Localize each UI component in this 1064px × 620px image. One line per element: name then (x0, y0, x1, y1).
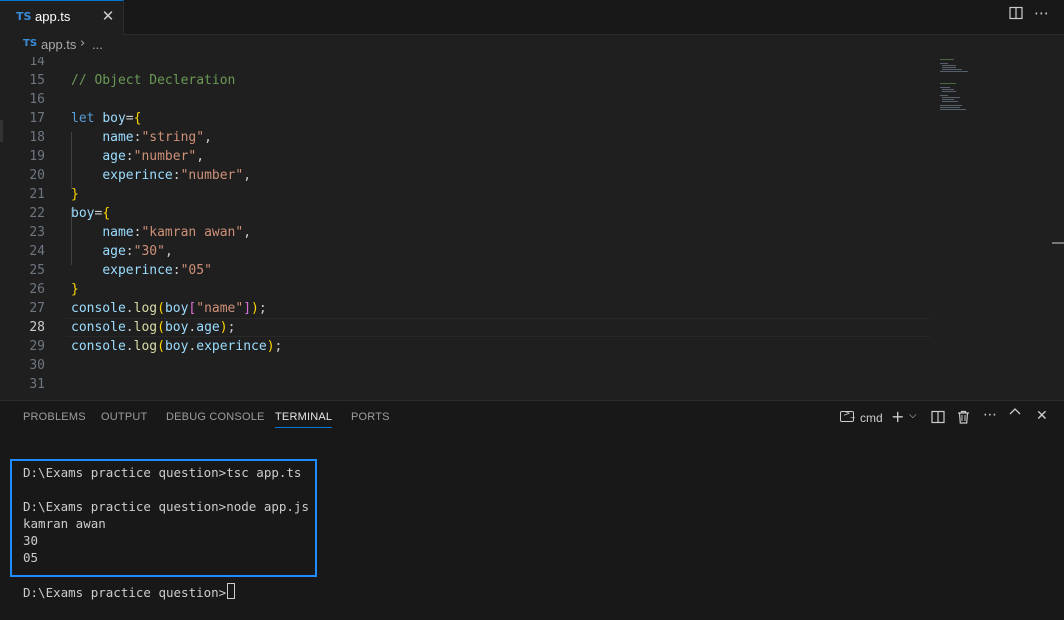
split-editor-icon[interactable] (1009, 6, 1023, 24)
trash-icon[interactable] (957, 410, 970, 428)
line-number: 18 (29, 130, 45, 145)
code-line: name:"kamran awan", (102, 225, 252, 240)
code-line: } (71, 282, 79, 297)
line-number: 15 (29, 73, 45, 88)
tab-debug-console[interactable]: DEBUG CONSOLE (166, 411, 265, 423)
tab-problems[interactable]: PROBLEMS (23, 411, 86, 423)
terminal-line: D:\Exams practice question>tsc app.ts (23, 465, 302, 480)
line-number: 20 (29, 168, 45, 183)
terminal-shell-label[interactable]: cmd (860, 411, 883, 425)
line-number: 31 (29, 377, 45, 392)
code-line: console.log(boy["name"]); (71, 301, 267, 316)
code-line: console.log(boy.age); (71, 320, 236, 335)
terminal-icon[interactable]: >_ (840, 409, 855, 422)
line-number: 29 (29, 339, 45, 354)
line-number: 14 (29, 57, 45, 69)
close-panel-icon[interactable]: ✕ (1036, 408, 1048, 424)
line-number: 27 (29, 301, 45, 316)
line-number-active: 28 (29, 320, 45, 335)
more-actions-icon[interactable]: ⋯ (1034, 4, 1049, 22)
line-number: 21 (29, 187, 45, 202)
code-comment: // Object Decleration (71, 73, 236, 88)
tab-app-ts[interactable]: TS app.ts ✕ (0, 0, 124, 35)
code-line: } (71, 187, 79, 202)
breadcrumb: TS app.ts › ... (0, 35, 1064, 57)
terminal-line: D:\Exams practice question>node app.js (23, 499, 309, 514)
tab-output[interactable]: OUTPUT (101, 411, 147, 423)
code-line: boy={ (71, 206, 111, 221)
line-number: 25 (29, 263, 45, 278)
chevron-down-icon[interactable]: ⌵ (909, 410, 917, 421)
line-number: 17 (29, 111, 45, 126)
minimap[interactable] (938, 57, 978, 127)
terminal-output: kamran awan (23, 516, 106, 531)
maximize-panel-icon[interactable] (1009, 406, 1021, 422)
code-line: experince:"number", (102, 168, 252, 183)
line-number: 22 (29, 206, 45, 221)
scrollbar-marker (1052, 242, 1064, 244)
terminal-prompt[interactable]: D:\Exams practice question> (23, 583, 236, 601)
typescript-file-icon: TS (23, 38, 38, 49)
code-line: let boy={ (71, 111, 142, 126)
chevron-right-icon: › (80, 36, 86, 51)
line-number: 26 (29, 282, 45, 297)
line-number: 16 (29, 92, 45, 107)
split-terminal-icon[interactable] (931, 410, 945, 428)
code-line: age:"number", (102, 149, 205, 164)
code-line: console.log(boy.experince); (71, 339, 283, 354)
code-line: name:"string", (102, 130, 212, 145)
breadcrumb-file[interactable]: app.ts (41, 37, 76, 52)
terminal-cursor (227, 583, 236, 599)
code-editor[interactable]: 14 15 // Object Decleration 16 17 let bo… (0, 57, 1064, 400)
close-icon[interactable]: ✕ (100, 7, 116, 25)
tab-title: app.ts (35, 9, 71, 24)
code-line: age:"30", (102, 244, 173, 259)
typescript-file-icon: TS (16, 10, 32, 23)
plus-icon[interactable]: + (891, 407, 904, 426)
tab-terminal[interactable]: TERMINAL (275, 411, 333, 428)
line-number: 23 (29, 225, 45, 240)
terminal-output: 30 (23, 533, 39, 548)
line-number: 19 (29, 149, 45, 164)
tab-ports[interactable]: PORTS (351, 411, 390, 423)
more-actions-icon[interactable]: ⋯ (983, 407, 997, 423)
editor-tab-bar: TS app.ts ✕ ⋯ (0, 0, 1064, 35)
breadcrumb-symbols[interactable]: ... (92, 37, 103, 52)
bottom-panel: PROBLEMS OUTPUT DEBUG CONSOLE TERMINAL P… (0, 400, 1064, 620)
terminal-output: 05 (23, 550, 39, 565)
line-number: 24 (29, 244, 45, 259)
line-number: 30 (29, 358, 45, 373)
code-line: experince:"05" (102, 263, 212, 278)
